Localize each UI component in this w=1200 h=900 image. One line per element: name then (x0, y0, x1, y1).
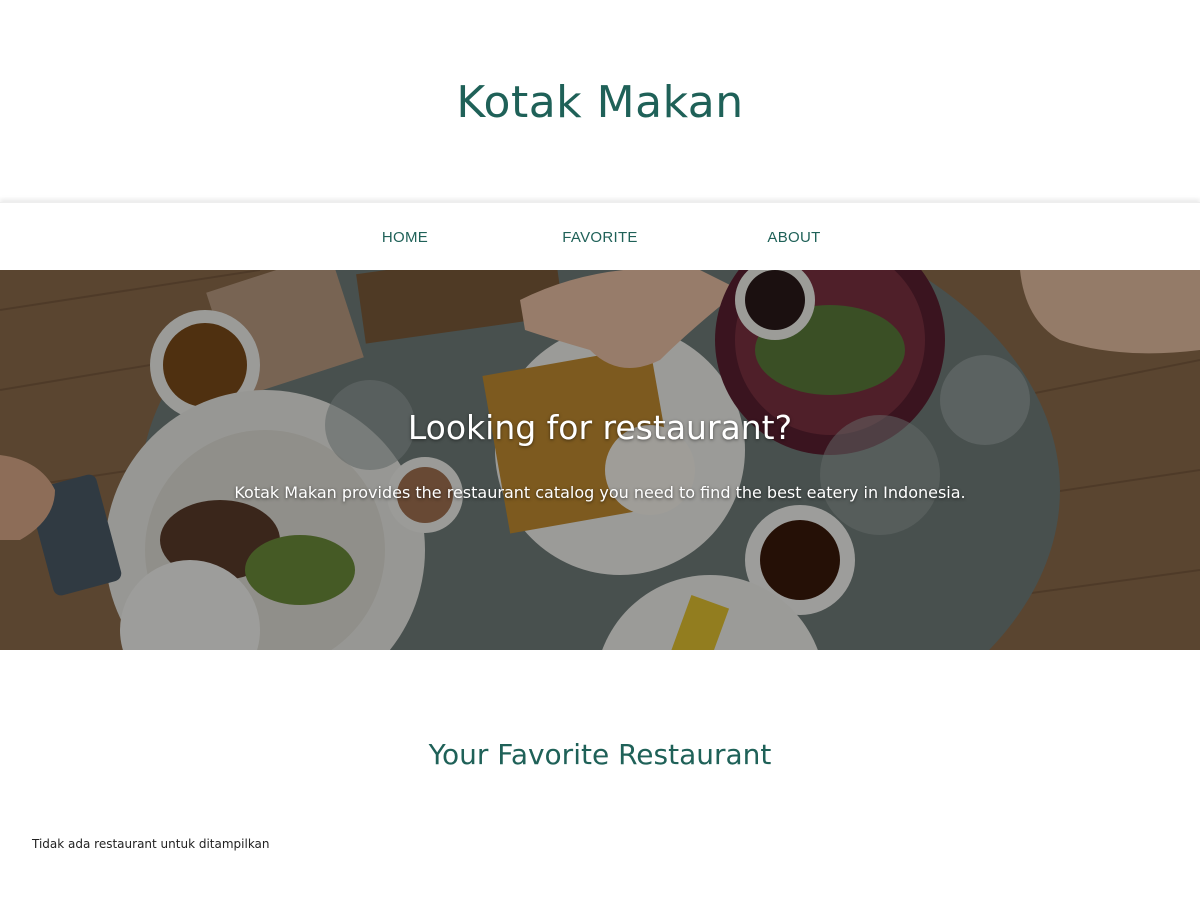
nav-item-home[interactable]: HOME (325, 203, 485, 271)
favorite-section-title: Your Favorite Restaurant (428, 738, 772, 771)
main-navigation: HOME FAVORITE ABOUT (0, 202, 1200, 271)
nav-item-about[interactable]: ABOUT (714, 203, 874, 271)
hero-banner: Looking for restaurant? Kotak Makan prov… (0, 270, 1200, 650)
nav-list: HOME FAVORITE ABOUT (0, 203, 1200, 271)
brand-title: Kotak Makan (456, 76, 744, 128)
empty-state-message: Tidak ada restaurant untuk ditampilkan (32, 837, 270, 851)
hero-content: Looking for restaurant? Kotak Makan prov… (0, 270, 1200, 650)
nav-link-about[interactable]: ABOUT (767, 229, 820, 246)
nav-link-favorite[interactable]: FAVORITE (562, 229, 637, 246)
app-header: Kotak Makan (0, 0, 1200, 202)
nav-link-home[interactable]: HOME (382, 229, 428, 246)
nav-item-favorite[interactable]: FAVORITE (520, 203, 680, 271)
hero-description: Kotak Makan provides the restaurant cata… (234, 483, 966, 502)
hero-title: Looking for restaurant? (407, 408, 793, 447)
